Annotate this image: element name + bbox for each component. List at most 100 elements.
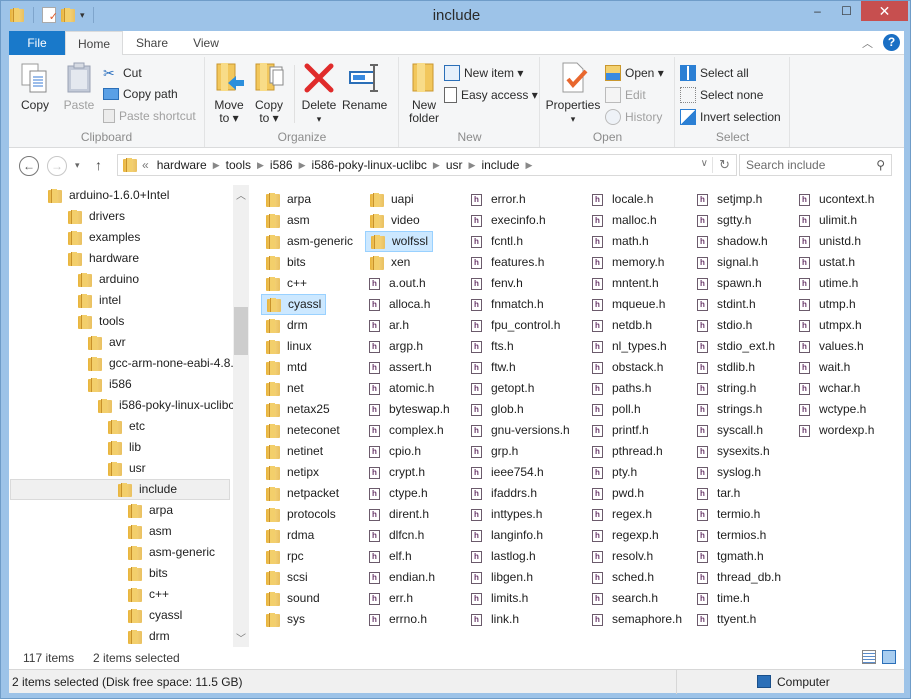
chevron-right-icon[interactable]: ▶ [433,160,440,171]
file-item[interactable]: h dirent.h [365,504,433,525]
folder-item[interactable]: protocols [261,504,340,525]
folder-item[interactable]: arpa [261,189,315,210]
file-item[interactable]: h memory.h [588,252,668,273]
tree-item[interactable]: i586-poky-linux-uclibc [97,395,233,416]
select-all-button[interactable]: Select all [680,65,749,81]
select-none-button[interactable]: Select none [680,87,763,103]
chevron-right-icon[interactable]: ▶ [469,160,476,171]
folder-item[interactable]: xen [365,252,414,273]
tree-item[interactable]: asm [127,521,172,542]
file-item[interactable]: h stdio.h [693,315,756,336]
file-item[interactable]: h elf.h [365,546,416,567]
file-item[interactable]: h error.h [467,189,530,210]
tab-share[interactable]: Share [127,31,177,55]
file-item[interactable]: h endian.h [365,567,439,588]
folder-item[interactable]: neteconet [261,420,344,441]
tree-item[interactable]: cyassl [127,605,182,626]
folder-item[interactable]: linux [261,336,316,357]
breadcrumb-usr[interactable]: usr [446,158,463,172]
file-item[interactable]: h fts.h [467,336,518,357]
file-item[interactable]: h crypt.h [365,462,429,483]
chevron-right-icon[interactable]: ▶ [257,160,264,171]
file-item[interactable]: h pty.h [588,462,641,483]
file-item[interactable]: h ifaddrs.h [467,483,541,504]
file-item[interactable]: h ieee754.h [467,462,548,483]
file-item[interactable]: h errno.h [365,609,431,630]
file-item[interactable]: h shadow.h [693,231,772,252]
file-item[interactable]: h termios.h [693,525,770,546]
tree-item[interactable]: examples [67,227,140,248]
file-item[interactable]: h mntent.h [588,273,663,294]
folder-item[interactable]: asm [261,210,314,231]
chevron-right-icon[interactable]: ▶ [213,160,220,171]
file-item[interactable]: h ucontext.h [795,189,878,210]
folder-item[interactable]: netax25 [261,399,334,420]
tree-item[interactable]: drivers [67,206,125,227]
folder-item[interactable]: asm-generic [261,231,357,252]
new-item-button[interactable]: New item ▾ [444,65,523,81]
file-item[interactable]: h netdb.h [588,315,656,336]
file-item[interactable]: h link.h [467,609,523,630]
refresh-icon[interactable]: ↻ [712,157,730,173]
file-item[interactable]: h cpio.h [365,441,425,462]
file-item[interactable]: h dlfcn.h [365,525,428,546]
file-item[interactable]: h semaphore.h [588,609,686,630]
file-item[interactable]: h malloc.h [588,210,661,231]
file-item[interactable]: h utime.h [795,273,862,294]
file-item[interactable]: h ctype.h [365,483,432,504]
copy-button[interactable]: Copy [17,61,53,112]
scroll-up-icon[interactable]: ︿ [233,187,249,202]
file-item[interactable]: h strings.h [693,399,766,420]
chevron-right-icon[interactable]: ▶ [299,160,306,171]
tree-item[interactable]: etc [107,416,145,437]
paste-button[interactable]: Paste [61,61,97,112]
file-item[interactable]: h atomic.h [365,378,438,399]
tree-item[interactable]: c++ [127,584,169,605]
file-item[interactable]: h resolv.h [588,546,657,567]
easy-access-button[interactable]: Easy access ▾ [444,87,538,103]
file-item[interactable]: h stdint.h [693,294,760,315]
tree-item[interactable]: tools [77,311,124,332]
tree-item[interactable]: bits [127,563,168,584]
history-button[interactable]: History [605,109,662,125]
file-item[interactable]: h tar.h [693,483,744,504]
back-button[interactable]: ← [19,156,39,176]
file-item[interactable]: h ar.h [365,315,413,336]
file-item[interactable]: h utmpx.h [795,315,866,336]
file-item[interactable]: h sgtty.h [693,210,755,231]
file-item[interactable]: h math.h [588,231,653,252]
file-item[interactable]: h values.h [795,336,868,357]
file-item[interactable]: h spawn.h [693,273,766,294]
copy-path-button[interactable]: Copy path [103,87,178,101]
minimize-button[interactable]: – [803,1,832,21]
copy-to-button[interactable]: Copy to ▾ [252,61,286,125]
folder-item[interactable]: net [261,378,308,399]
tab-view[interactable]: View [181,31,231,55]
file-item[interactable]: h assert.h [365,357,436,378]
file-item[interactable]: h fpu_control.h [467,315,564,336]
folder-item[interactable]: drm [261,315,312,336]
file-item[interactable]: h nl_types.h [588,336,671,357]
search-icon[interactable]: ⚲ [876,158,885,172]
forward-button[interactable]: → [47,156,67,176]
file-item[interactable]: h ustat.h [795,252,859,273]
file-item[interactable]: h tgmath.h [693,546,768,567]
search-input[interactable]: Search include ⚲ [739,154,892,176]
file-item[interactable]: h thread_db.h [693,567,785,588]
folder-item[interactable]: video [365,210,424,231]
tree-item[interactable]: hardware [67,248,139,269]
folder-item[interactable]: netpacket [261,483,343,504]
breadcrumb-overflow[interactable]: « [142,158,149,172]
cut-button[interactable]: ✂ Cut [103,65,142,81]
folder-item[interactable]: bits [261,252,310,273]
file-item[interactable]: h time.h [693,588,754,609]
rename-button[interactable]: Rename [342,61,387,112]
folder-item[interactable]: wolfssl [365,231,434,252]
file-item[interactable]: h ftw.h [467,357,520,378]
file-item[interactable]: h execinfo.h [467,210,550,231]
file-item[interactable]: h inttypes.h [467,504,546,525]
up-button[interactable]: ↑ [95,157,102,173]
file-item[interactable]: h gnu-versions.h [467,420,574,441]
file-item[interactable]: h fenv.h [467,273,527,294]
file-item[interactable]: h sysexits.h [693,441,774,462]
